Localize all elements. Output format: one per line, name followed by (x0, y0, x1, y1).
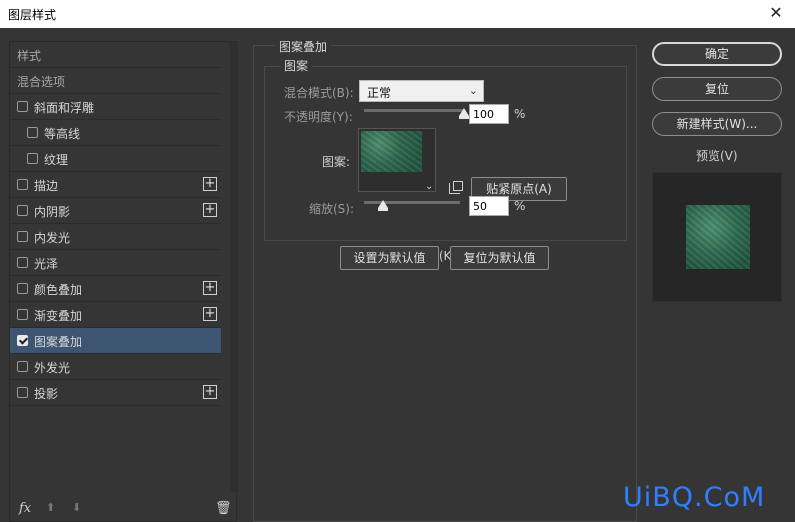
style-item[interactable]: 投影 + (10, 380, 221, 406)
style-item-checkbox[interactable] (17, 205, 28, 216)
section-title: 图案叠加 (275, 38, 332, 55)
scale-slider[interactable] (364, 200, 460, 211)
style-item[interactable]: 内发光 (10, 224, 221, 250)
new-preset-icon[interactable] (449, 181, 463, 194)
watermark: UiBQ.CoM (623, 482, 766, 513)
pattern-label: 图案: (322, 155, 351, 169)
style-item-checkbox[interactable] (27, 153, 38, 164)
dialog-body: 样式 混合选项 斜面和浮雕等高线纹理描边 + 内阴影 + 内发光光泽颜色叠加 + 渐变叠加 +… (0, 28, 795, 522)
style-item[interactable]: 渐变叠加 + (10, 302, 221, 328)
blend-mode-label: 混合模式(B): (284, 86, 354, 100)
preview-label: 预览(V) (696, 149, 738, 163)
styles-header[interactable]: 样式 (10, 42, 221, 68)
styles-toolbar: fx ⬆ ⬇ 🗑 (10, 497, 238, 522)
blend-mode-select[interactable]: 正常 ⌄ (359, 80, 484, 102)
style-item-label: 斜面和浮雕 (34, 101, 95, 115)
chevron-down-icon: ⌄ (468, 84, 478, 97)
window-title: 图层样式 (8, 8, 57, 22)
scale-percent: % (514, 199, 526, 213)
pattern-swatch[interactable] (361, 131, 422, 172)
title-bar: 图层样式 ✕ (0, 0, 795, 28)
group-title: 图案 (280, 57, 313, 74)
ok-button[interactable]: 确定 (652, 42, 782, 66)
style-item-label: 内发光 (34, 231, 71, 245)
scale-slider-thumb[interactable] (378, 200, 389, 211)
blend-options-item[interactable]: 混合选项 (10, 68, 221, 94)
style-item-checkbox[interactable] (17, 101, 28, 112)
preview-box (652, 172, 782, 302)
close-icon[interactable]: ✕ (765, 2, 787, 24)
style-item-checkbox[interactable] (17, 335, 28, 346)
set-default-button[interactable]: 设置为默认值 (340, 246, 439, 270)
styles-scrollbar[interactable] (230, 42, 238, 492)
trash-icon[interactable]: 🗑 (215, 501, 232, 516)
style-item[interactable]: 光泽 (10, 250, 221, 276)
blend-mode-value: 正常 (367, 86, 392, 100)
style-item-checkbox[interactable] (17, 283, 28, 294)
preview-swatch (686, 205, 750, 269)
add-style-icon[interactable]: + (203, 307, 217, 321)
style-item-checkbox[interactable] (27, 127, 38, 138)
reset-default-button[interactable]: 复位为默认值 (450, 246, 549, 270)
style-item[interactable]: 外发光 (10, 354, 221, 380)
fx-icon[interactable]: fx (19, 501, 31, 516)
styles-header-label: 样式 (17, 49, 42, 63)
style-item-checkbox[interactable] (17, 309, 28, 320)
style-item[interactable]: 斜面和浮雕 (10, 94, 221, 120)
scale-input[interactable]: 50 (469, 196, 509, 216)
style-item-label: 外发光 (34, 361, 71, 375)
new-style-button[interactable]: 新建样式(W)... (652, 112, 782, 136)
style-item[interactable]: 内阴影 + (10, 198, 221, 224)
arrow-up-icon[interactable]: ⬆ (46, 501, 55, 514)
blend-options-label: 混合选项 (17, 75, 66, 89)
arrow-down-icon[interactable]: ⬇ (72, 501, 81, 514)
add-style-icon[interactable]: + (203, 177, 217, 191)
add-style-icon[interactable]: + (203, 281, 217, 295)
style-item[interactable]: 图案叠加 (10, 328, 221, 354)
opacity-percent: % (514, 107, 526, 121)
style-item-label: 颜色叠加 (34, 283, 83, 297)
style-item[interactable]: 颜色叠加 + (10, 276, 221, 302)
styles-list-panel: 样式 混合选项 斜面和浮雕等高线纹理描边 + 内阴影 + 内发光光泽颜色叠加 + 渐变叠加 +… (9, 41, 238, 522)
opacity-input[interactable]: 100 (469, 104, 509, 124)
opacity-slider-thumb[interactable] (459, 108, 469, 119)
style-item-checkbox[interactable] (17, 179, 28, 190)
style-item-label: 光泽 (34, 257, 59, 271)
style-item-label: 描边 (34, 179, 59, 193)
pattern-dropdown-icon[interactable]: ⌄ (425, 181, 433, 192)
style-item[interactable]: 描边 + (10, 172, 221, 198)
reset-button[interactable]: 复位 (652, 77, 782, 101)
style-item-checkbox[interactable] (17, 361, 28, 372)
add-style-icon[interactable]: + (203, 203, 217, 217)
style-item-label: 图案叠加 (34, 335, 83, 349)
opacity-label: 不透明度(Y): (284, 110, 353, 124)
scale-label: 缩放(S): (309, 202, 355, 216)
style-item-checkbox[interactable] (17, 257, 28, 268)
style-item-label: 渐变叠加 (34, 309, 83, 323)
add-style-icon[interactable]: + (203, 385, 217, 399)
style-item[interactable]: 纹理 (10, 146, 221, 172)
style-item-label: 内阴影 (34, 205, 71, 219)
style-item[interactable]: 等高线 (10, 120, 221, 146)
opacity-slider[interactable] (364, 108, 469, 119)
style-item-label: 投影 (34, 387, 59, 401)
style-item-checkbox[interactable] (17, 231, 28, 242)
style-item-checkbox[interactable] (17, 387, 28, 398)
style-item-label: 等高线 (44, 127, 81, 141)
style-item-label: 纹理 (44, 153, 69, 167)
